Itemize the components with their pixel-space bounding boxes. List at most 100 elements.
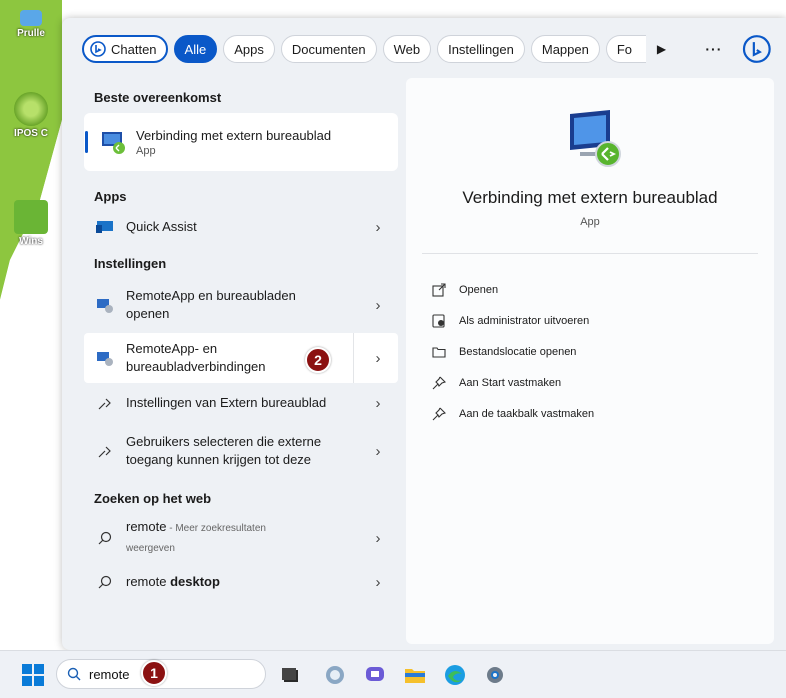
edge-browser-icon[interactable]: [444, 664, 466, 686]
chevron-right-icon: ›: [375, 218, 381, 236]
remoteapp-icon: [94, 294, 116, 316]
detail-subtitle: App: [580, 216, 600, 228]
folder-icon: [432, 346, 446, 358]
windows-start-icon[interactable]: [22, 664, 44, 686]
results-list: Beste overeenkomst Verbinding met extern…: [84, 78, 398, 600]
action-run-as-admin[interactable]: Als administrator uitvoeren: [432, 305, 594, 336]
desktop-icon-recycle[interactable]: Prulle: [4, 10, 58, 39]
best-match-type: App: [136, 144, 156, 157]
detail-title: Verbinding met extern bureaublad: [462, 188, 718, 207]
action-label: Bestandslocatie openen: [459, 345, 577, 358]
filter-chat-label: Chatten: [111, 41, 157, 57]
action-pin-taskbar[interactable]: Aan de taakbalk vastmaken: [432, 398, 594, 429]
desktop-icon-label: IPOS C: [14, 128, 48, 139]
wins-app-icon: [14, 200, 48, 234]
chevron-right-icon: ›: [375, 394, 381, 412]
detail-pane: Verbinding met extern bureaublad App Ope…: [406, 78, 774, 644]
setting-line2: bureaubladverbindingen: [126, 359, 266, 374]
recycle-bin-icon: [20, 10, 42, 26]
app-item-quick-assist[interactable]: Quick Assist ›: [84, 210, 398, 244]
web-term-bold: desktop: [170, 574, 220, 589]
desktop-icon-ipos[interactable]: IPOS C: [4, 92, 58, 139]
desktop-icon-label: Prulle: [17, 28, 45, 39]
step-badge-1: 1: [141, 660, 167, 686]
action-label: Aan de taakbalk vastmaken: [459, 407, 595, 420]
copilot-chat-icon: [90, 41, 106, 57]
taskbar: [0, 650, 786, 698]
action-label: Openen: [459, 283, 499, 296]
search-icon: [94, 571, 116, 593]
remote-settings-icon: [94, 440, 116, 462]
action-label: Als administrator uitvoeren: [459, 314, 590, 327]
action-pin-start[interactable]: Aan Start vastmaken: [432, 367, 594, 398]
best-match-item[interactable]: Verbinding met extern bureaublad App: [84, 113, 398, 171]
remote-settings-icon: [94, 392, 116, 414]
apps-heading: Apps: [94, 189, 127, 204]
web-term: remote: [126, 574, 171, 589]
web-heading: Zoeken op het web: [94, 491, 212, 506]
setting-item-remoteapp-open[interactable]: RemoteApp en bureaubladen openen ›: [84, 277, 398, 333]
desktop-icon-wins[interactable]: Wins: [4, 200, 58, 247]
setting-line1: Gebruikers selecteren die externe: [126, 434, 322, 449]
desktop: Prulle IPOS C Wins: [0, 0, 62, 650]
pin-icon: [432, 407, 446, 420]
task-view-icon[interactable]: [280, 664, 302, 686]
app-item-label: Quick Assist: [126, 219, 197, 234]
filter-all[interactable]: Alle: [173, 35, 218, 63]
best-match-title: Verbinding met extern bureaublad: [136, 127, 332, 143]
chat-teams-icon[interactable]: [364, 664, 386, 686]
remote-desktop-icon: [102, 132, 125, 154]
chevron-right-icon: ›: [375, 349, 381, 367]
chevron-right-icon: ›: [375, 296, 381, 314]
filter-apps[interactable]: Apps: [223, 35, 275, 63]
widgets-icon[interactable]: [324, 664, 346, 686]
divider: [422, 253, 758, 254]
action-open-file-location[interactable]: Bestandslocatie openen: [432, 336, 594, 367]
search-panel: Chatten Alle Apps Documenten Web Instell…: [62, 18, 786, 650]
pin-icon: [432, 376, 446, 389]
filter-documents[interactable]: Documenten: [280, 35, 377, 63]
filter-web[interactable]: Web: [382, 35, 432, 63]
remoteapp-icon: [94, 347, 116, 369]
filter-chat[interactable]: Chatten: [82, 35, 168, 63]
chevron-right-icon: ›: [375, 442, 381, 460]
filter-bar: Chatten Alle Apps Documenten Web Instell…: [82, 33, 772, 65]
overflow-menu-button[interactable]: ···: [705, 41, 722, 57]
filter-more-cut[interactable]: Fo: [605, 35, 646, 63]
ipos-app-icon: [14, 92, 48, 126]
quick-assist-icon: [94, 216, 116, 238]
setting-item-select-users[interactable]: Gebruikers selecteren die externe toegan…: [84, 423, 398, 479]
filter-settings[interactable]: Instellingen: [437, 35, 525, 63]
setting-line2: openen: [126, 306, 170, 321]
filter-folders[interactable]: Mappen: [530, 35, 600, 63]
settings-gear-icon[interactable]: [484, 664, 506, 686]
open-external-icon: [432, 282, 446, 297]
setting-item-remoteapp-connections[interactable]: RemoteApp- en bureaubladverbindingen ›: [84, 333, 398, 383]
best-match-heading: Beste overeenkomst: [94, 90, 222, 105]
web-term: remote: [126, 519, 167, 534]
detail-actions: Openen Als administrator uitvoeren Besta…: [432, 274, 594, 429]
settings-heading: Instellingen: [94, 256, 167, 271]
step-badge-2: 2: [305, 347, 331, 373]
search-icon: [67, 667, 81, 681]
setting-line1: Instellingen van Extern bureaublad: [126, 395, 327, 410]
setting-item-remote-desktop-settings[interactable]: Instellingen van Extern bureaublad ›: [84, 383, 398, 423]
admin-shield-icon: [432, 313, 445, 328]
search-icon: [94, 527, 116, 549]
action-label: Aan Start vastmaken: [459, 376, 562, 389]
file-explorer-icon[interactable]: [404, 664, 426, 686]
setting-line2: toegang kunnen krijgen tot deze: [126, 452, 312, 467]
web-item-remote[interactable]: remote - Meer zoekresultaten weergeven ›: [84, 512, 398, 564]
web-suffix: - Meer zoekresultaten: [166, 523, 266, 534]
setting-line1: RemoteApp- en: [126, 341, 218, 356]
setting-line1: RemoteApp en bureaubladen: [126, 288, 296, 303]
action-open[interactable]: Openen: [432, 274, 594, 305]
web-line2: weergeven: [126, 543, 175, 554]
remote-desktop-large-icon: [570, 110, 621, 167]
bing-icon[interactable]: [742, 34, 772, 64]
chevron-right-icon: ›: [375, 573, 381, 591]
chevron-right-icon: ›: [375, 529, 381, 547]
scroll-right-icon[interactable]: ▶: [652, 42, 672, 56]
web-item-remote-desktop[interactable]: remote desktop ›: [84, 564, 398, 600]
desktop-icon-label: Wins: [19, 236, 43, 247]
